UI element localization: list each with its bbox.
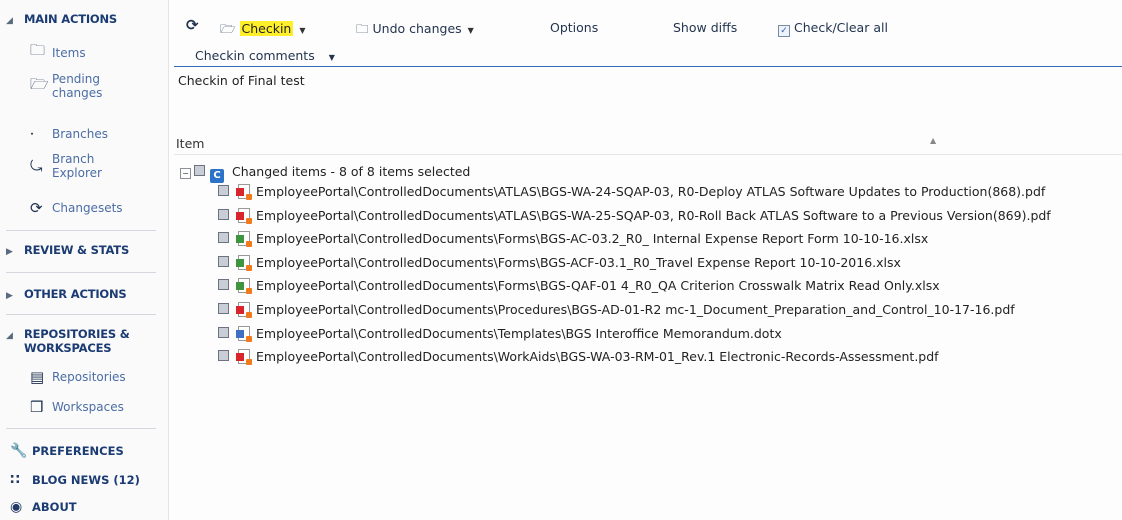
row-checkbox[interactable] bbox=[218, 350, 229, 362]
sidebar-item-branches[interactable]: ⸱ Branches bbox=[30, 124, 108, 144]
options-button[interactable]: Options bbox=[550, 20, 598, 35]
pdf-file-icon bbox=[236, 349, 252, 366]
checkin-button[interactable]: 🗁 Checkin ▼ bbox=[220, 20, 306, 41]
wrench-icon: 🔧 bbox=[10, 443, 28, 459]
table-row[interactable]: EmployeePortal\ControlledDocuments\Forms… bbox=[218, 231, 1122, 255]
show-diffs-button[interactable]: Show diffs bbox=[673, 20, 737, 35]
section-review-stats[interactable]: ▶ REVIEW & STATS bbox=[6, 243, 129, 257]
checkbox-checked-icon: ✓ bbox=[778, 25, 790, 37]
checkin-icon: 🗁 bbox=[220, 21, 236, 36]
pending-changes-icon: 🗁 bbox=[30, 74, 49, 93]
changed-items-group[interactable]: − C Changed items - 8 of 8 items selected bbox=[180, 164, 470, 183]
workspaces-icon: ❒ bbox=[30, 398, 44, 416]
table-row[interactable]: EmployeePortal\ControlledDocuments\ATLAS… bbox=[218, 207, 1122, 232]
row-checkbox[interactable] bbox=[218, 279, 229, 291]
branches-icon: ⸱ bbox=[30, 125, 35, 143]
changed-items-list: EmployeePortal\ControlledDocuments\ATLAS… bbox=[218, 184, 1122, 373]
row-checkbox[interactable] bbox=[218, 326, 229, 338]
sidebar-item-repositories[interactable]: ▤ Repositories bbox=[30, 368, 126, 386]
section-repositories-workspaces[interactable]: ◢ REPOSITORIES & WORKSPACES bbox=[6, 327, 130, 355]
sidebar-item-branch-explorer[interactable]: ⤿ Branch Explorer bbox=[30, 152, 102, 180]
column-header-item[interactable]: Item bbox=[176, 136, 204, 151]
section-other-actions[interactable]: ▶ OTHER ACTIONS bbox=[6, 287, 127, 301]
word-file-icon bbox=[236, 325, 252, 342]
grid-header: Item ▲ bbox=[174, 132, 1122, 155]
refresh-icon[interactable]: ⟳ bbox=[186, 16, 199, 34]
repositories-icon: ▤ bbox=[30, 368, 45, 386]
info-icon: ◉ bbox=[10, 499, 23, 515]
chevron-down-icon[interactable]: ▼ bbox=[299, 26, 305, 35]
folder-icon: 🗀 bbox=[30, 41, 46, 59]
section-main-actions[interactable]: ◢ MAIN ACTIONS bbox=[6, 12, 117, 26]
row-checkbox[interactable] bbox=[218, 208, 229, 220]
expand-arrow-icon: ▶ bbox=[6, 247, 13, 257]
sidebar: ◢ MAIN ACTIONS 🗀 Items 🗁 Pending changes ⸱ Br… bbox=[0, 0, 169, 520]
pdf-file-icon bbox=[236, 184, 252, 200]
excel-file-icon bbox=[236, 254, 252, 271]
group-checkbox[interactable] bbox=[194, 165, 205, 176]
chevron-down-icon[interactable]: ▼ bbox=[468, 26, 474, 35]
pending-changes-panel: ⟳ 🗁 Checkin ▼ 🗀 Undo changes ▼ Options Sho… bbox=[170, 0, 1122, 520]
check-clear-all-checkbox[interactable]: ✓ Check/Clear all bbox=[778, 20, 888, 37]
excel-file-icon bbox=[236, 278, 252, 295]
excel-file-icon bbox=[236, 231, 252, 248]
sidebar-item-blog-news[interactable]: ∷ BLOG NEWS (12) bbox=[10, 472, 140, 488]
pdf-file-icon bbox=[236, 301, 252, 318]
changesets-icon: ⟳ bbox=[30, 199, 43, 217]
pdf-file-icon bbox=[236, 207, 252, 224]
collapse-arrow-icon: ◢ bbox=[6, 331, 13, 341]
table-row[interactable]: EmployeePortal\ControlledDocuments\Forms… bbox=[218, 278, 1122, 302]
sidebar-item-preferences[interactable]: 🔧 PREFERENCES bbox=[10, 443, 124, 459]
sidebar-item-about[interactable]: ◉ ABOUT bbox=[10, 499, 77, 515]
sidebar-divider bbox=[6, 314, 156, 315]
sidebar-divider bbox=[6, 230, 156, 231]
sidebar-item-pending-changes[interactable]: 🗁 Pending changes bbox=[30, 72, 102, 100]
table-row[interactable]: EmployeePortal\ControlledDocuments\WorkA… bbox=[218, 349, 1122, 373]
sort-indicator-icon: ▲ bbox=[930, 136, 937, 145]
branch-explorer-icon: ⤿ bbox=[30, 157, 43, 175]
row-checkbox[interactable] bbox=[218, 302, 229, 314]
collapse-tree-icon[interactable]: − bbox=[180, 168, 191, 179]
checkin-comments-textarea[interactable]: Checkin of Final test bbox=[174, 66, 1122, 122]
sidebar-divider bbox=[6, 428, 156, 429]
row-checkbox[interactable] bbox=[218, 185, 229, 196]
sidebar-item-changesets[interactable]: ⟳ Changesets bbox=[30, 199, 123, 217]
rss-icon: ∷ bbox=[10, 472, 20, 488]
sidebar-item-items[interactable]: 🗀 Items bbox=[30, 40, 86, 65]
table-row[interactable]: EmployeePortal\ControlledDocuments\Forms… bbox=[218, 254, 1122, 279]
collapse-arrow-icon: ◢ bbox=[6, 16, 13, 26]
checkin-comments-header[interactable]: Checkin comments ▼ bbox=[195, 48, 335, 63]
chevron-down-icon[interactable]: ▼ bbox=[329, 53, 335, 62]
expand-arrow-icon: ▶ bbox=[6, 291, 13, 301]
table-row[interactable]: EmployeePortal\ControlledDocuments\Templ… bbox=[218, 325, 1122, 350]
row-checkbox[interactable] bbox=[218, 232, 229, 244]
changed-icon: C bbox=[210, 169, 224, 183]
undo-icon: 🗀 bbox=[356, 21, 369, 36]
sidebar-item-workspaces[interactable]: ❒ Workspaces bbox=[30, 398, 124, 416]
table-row[interactable]: EmployeePortal\ControlledDocuments\ATLAS… bbox=[218, 184, 1122, 208]
row-checkbox[interactable] bbox=[218, 255, 229, 267]
undo-changes-button[interactable]: 🗀 Undo changes ▼ bbox=[356, 20, 474, 41]
sidebar-divider bbox=[6, 272, 156, 273]
table-row[interactable]: EmployeePortal\ControlledDocuments\Proce… bbox=[218, 301, 1122, 326]
app-window: ◢ MAIN ACTIONS 🗀 Items 🗁 Pending changes ⸱ Br… bbox=[0, 0, 1122, 520]
toolbar: ⟳ 🗁 Checkin ▼ 🗀 Undo changes ▼ Options Sho… bbox=[170, 14, 1120, 40]
